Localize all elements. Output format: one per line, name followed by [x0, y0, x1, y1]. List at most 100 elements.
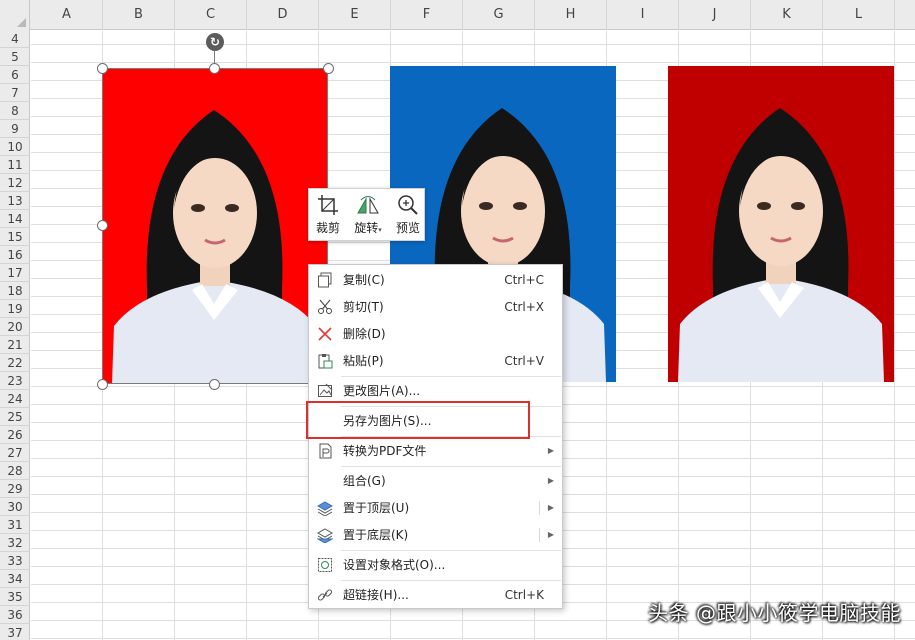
rotate-stem	[214, 51, 215, 63]
row-number[interactable]: 11	[0, 156, 30, 174]
column-k[interactable]: K	[751, 0, 823, 30]
send-to-back-icon	[316, 527, 334, 544]
rotate-label: 旋转	[354, 221, 379, 235]
column-l[interactable]: L	[823, 0, 895, 30]
paste-icon	[317, 353, 333, 369]
id-photo-red[interactable]	[102, 68, 328, 384]
column-b[interactable]: B	[103, 0, 175, 30]
bring-to-front-icon	[316, 500, 334, 517]
column-i[interactable]: I	[607, 0, 679, 30]
row-number[interactable]: 14	[0, 210, 30, 228]
row-number[interactable]: 35	[0, 588, 30, 606]
caret-down-icon: ▾	[378, 226, 382, 234]
row-number[interactable]: 32	[0, 534, 30, 552]
row-number[interactable]: 20	[0, 318, 30, 336]
submenu-arrow-icon: ▶	[547, 476, 554, 485]
row-number[interactable]: 26	[0, 426, 30, 444]
crop-button[interactable]: 裁剪	[309, 189, 347, 242]
menu-item-bring-to-front[interactable]: 置于顶层(U) ▶	[309, 495, 562, 521]
copy-icon	[317, 272, 333, 288]
watermark-text: 头条 @跟小小筱学电脑技能	[648, 601, 901, 625]
row-number[interactable]: 31	[0, 516, 30, 534]
row-number[interactable]: 4	[0, 30, 30, 48]
row-number[interactable]: 22	[0, 354, 30, 372]
row-number[interactable]: 5	[0, 48, 30, 66]
row-number[interactable]: 29	[0, 480, 30, 498]
submenu-arrow-icon[interactable]: ▶	[548, 522, 554, 548]
column-h[interactable]: H	[535, 0, 607, 30]
portrait-image	[102, 68, 328, 384]
row-number[interactable]: 10	[0, 138, 30, 156]
menu-item-label: 超链接(H)...	[343, 588, 409, 602]
row-number[interactable]: 16	[0, 246, 30, 264]
spreadsheet: A B C D E F G H I J K L 4 5 6 7 8 9 10 1…	[0, 0, 915, 640]
rotate-button[interactable]: 旋转▾	[347, 189, 389, 242]
row-number[interactable]: 15	[0, 228, 30, 246]
resize-handle-top-right[interactable]	[323, 63, 334, 74]
menu-item-delete[interactable]: 删除(D)	[309, 321, 562, 347]
row-number[interactable]: 34	[0, 570, 30, 588]
portrait-image	[668, 66, 894, 382]
menu-item-group[interactable]: 组合(G) ▶	[309, 468, 562, 494]
row-number[interactable]: 24	[0, 390, 30, 408]
menu-item-hyperlink[interactable]: 超链接(H)... Ctrl+K	[309, 582, 562, 608]
column-f[interactable]: F	[391, 0, 463, 30]
picture-mini-toolbar: 裁剪 旋转▾ 预览	[308, 188, 425, 241]
id-photo-dark-red[interactable]	[668, 66, 894, 382]
row-number[interactable]: 28	[0, 462, 30, 480]
column-c[interactable]: C	[175, 0, 247, 30]
submenu-divider	[539, 501, 540, 515]
preview-label: 预览	[395, 221, 420, 235]
menu-item-send-to-back[interactable]: 置于底层(K) ▶	[309, 522, 562, 548]
menu-item-format-object[interactable]: 设置对象格式(O)...	[309, 552, 562, 578]
select-all-corner[interactable]	[0, 0, 30, 30]
row-number[interactable]: 19	[0, 300, 30, 318]
menu-item-label: 设置对象格式(O)...	[343, 558, 446, 572]
row-number[interactable]: 21	[0, 336, 30, 354]
column-j[interactable]: J	[679, 0, 751, 30]
column-a[interactable]: A	[31, 0, 103, 30]
column-e[interactable]: E	[319, 0, 391, 30]
menu-separator	[341, 550, 561, 551]
row-number[interactable]: 17	[0, 264, 30, 282]
resize-handle-bottom-left[interactable]	[97, 379, 108, 390]
resize-handle-bottom[interactable]	[209, 379, 220, 390]
format-object-icon	[317, 557, 333, 573]
row-number[interactable]: 18	[0, 282, 30, 300]
menu-item-shortcut: Ctrl+K	[504, 588, 544, 602]
crop-icon	[309, 189, 347, 221]
row-number[interactable]: 37	[0, 624, 30, 640]
menu-item-copy[interactable]: 复制(C) Ctrl+C	[309, 267, 562, 293]
change-picture-icon	[317, 383, 333, 399]
column-d[interactable]: D	[247, 0, 319, 30]
resize-handle-top-left[interactable]	[97, 63, 108, 74]
rotate-icon	[347, 189, 389, 221]
resize-handle-left[interactable]	[97, 220, 108, 231]
row-number[interactable]: 7	[0, 84, 30, 102]
menu-item-convert-pdf[interactable]: 转换为PDF文件 ▶	[309, 438, 562, 464]
row-number[interactable]: 25	[0, 408, 30, 426]
row-number[interactable]: 13	[0, 192, 30, 210]
row-number[interactable]: 9	[0, 120, 30, 138]
column-g[interactable]: G	[463, 0, 535, 30]
row-number[interactable]: 23	[0, 372, 30, 390]
row-number[interactable]: 6	[0, 66, 30, 84]
crop-label: 裁剪	[315, 221, 340, 235]
row-number[interactable]: 12	[0, 174, 30, 192]
preview-button[interactable]: 预览	[389, 189, 427, 242]
menu-item-cut[interactable]: 剪切(T) Ctrl+X	[309, 294, 562, 320]
menu-item-shortcut: Ctrl+C	[504, 273, 544, 287]
rotate-handle-icon[interactable]: ↻	[206, 33, 224, 51]
highlight-box	[306, 401, 530, 439]
row-number[interactable]: 33	[0, 552, 30, 570]
submenu-arrow-icon[interactable]: ▶	[548, 495, 554, 521]
row-number[interactable]: 30	[0, 498, 30, 516]
menu-separator	[341, 376, 561, 377]
scissors-icon	[317, 299, 333, 315]
row-number[interactable]: 8	[0, 102, 30, 120]
row-number[interactable]: 36	[0, 606, 30, 624]
menu-item-label: 粘贴(P)	[343, 354, 384, 368]
resize-handle-top[interactable]	[209, 63, 220, 74]
row-number[interactable]: 27	[0, 444, 30, 462]
menu-item-paste[interactable]: 粘贴(P) Ctrl+V	[309, 348, 562, 374]
